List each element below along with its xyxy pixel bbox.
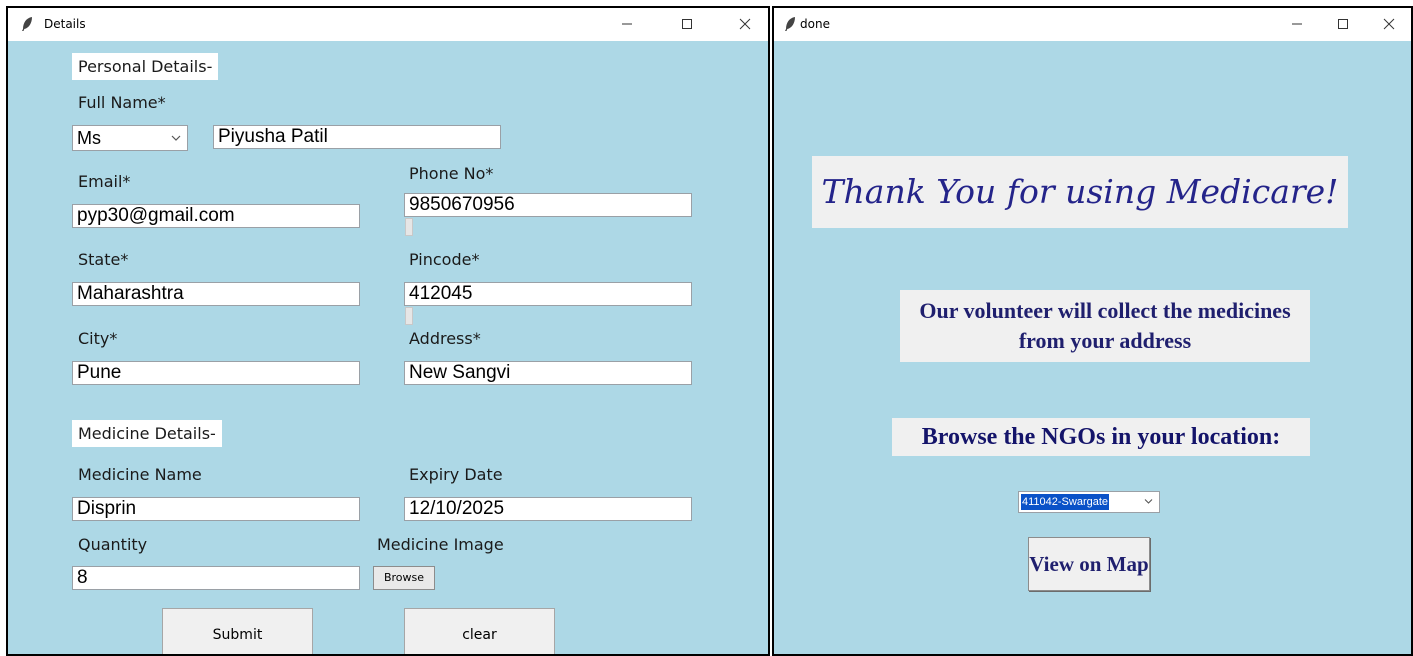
maximize-icon [682, 19, 692, 29]
medicine-image-label: Medicine Image [377, 535, 504, 554]
done-window: done Thank You for using Medicare! Our v… [772, 6, 1413, 656]
clear-button[interactable]: clear [404, 608, 555, 654]
email-input[interactable]: pyp30@gmail.com [72, 204, 360, 228]
maximize-button[interactable] [670, 12, 704, 36]
done-content: Thank You for using Medicare! Our volunt… [774, 41, 1411, 654]
city-label: City* [78, 329, 118, 348]
view-on-map-button[interactable]: View on Map [1028, 537, 1150, 591]
maximize-button[interactable] [1326, 12, 1360, 36]
details-form: Personal Details- Full Name* Ms Piyusha … [8, 41, 768, 654]
salutation-select[interactable]: Ms [72, 125, 188, 151]
salutation-value: Ms [77, 128, 101, 148]
minimize-button[interactable] [1280, 12, 1314, 36]
browse-ngo-heading: Browse the NGOs in your location: [892, 418, 1310, 456]
medicine-name-input[interactable]: Disprin [72, 497, 360, 521]
medicine-name-label: Medicine Name [78, 465, 202, 484]
pincode-input[interactable]: 412045 [404, 282, 692, 306]
full-name-label: Full Name* [78, 93, 166, 112]
phone-label: Phone No* [409, 164, 494, 183]
close-icon [739, 18, 751, 30]
section-personal-details: Personal Details- [72, 53, 219, 80]
quantity-input[interactable]: 8 [72, 566, 360, 590]
chevron-down-icon [171, 135, 181, 141]
volunteer-line-1: Our volunteer will collect the medicines [919, 298, 1291, 323]
state-input[interactable]: Maharashtra [72, 282, 360, 306]
feather-icon [22, 17, 32, 31]
close-icon [1383, 18, 1395, 30]
phone-input[interactable]: 9850670956 [404, 193, 692, 217]
window-title: Details [44, 17, 86, 31]
email-label: Email* [78, 172, 131, 191]
minimize-button[interactable] [610, 12, 644, 36]
pincode-validation-indicator [405, 307, 413, 325]
minimize-icon [622, 23, 632, 25]
details-titlebar[interactable]: Details [8, 8, 768, 41]
close-button[interactable] [728, 12, 762, 36]
minimize-icon [1292, 23, 1302, 25]
ngo-location-select[interactable]: 411042-Swargate [1018, 491, 1160, 513]
close-button[interactable] [1372, 12, 1406, 36]
state-label: State* [78, 250, 129, 269]
maximize-icon [1338, 19, 1348, 29]
pincode-label: Pincode* [409, 250, 480, 269]
expiry-date-input[interactable]: 12/10/2025 [404, 497, 692, 521]
volunteer-line-2: from your address [1018, 328, 1192, 353]
browse-button[interactable]: Browse [373, 566, 435, 590]
done-titlebar[interactable]: done [774, 8, 1411, 41]
section-medicine-details: Medicine Details- [72, 420, 222, 447]
feather-icon [785, 17, 795, 31]
quantity-label: Quantity [78, 535, 148, 554]
phone-validation-indicator [405, 218, 413, 236]
chevron-down-icon [1144, 499, 1153, 504]
thank-you-message: Thank You for using Medicare! [812, 156, 1348, 228]
full-name-input[interactable]: Piyusha Patil [213, 125, 501, 149]
window-title: done [800, 17, 830, 31]
volunteer-message: Our volunteer will collect the medicines… [900, 290, 1310, 362]
ngo-selected-value: 411042-Swargate [1021, 494, 1110, 510]
details-window: Details Personal Details- Full Name* Ms … [6, 6, 770, 656]
expiry-date-label: Expiry Date [409, 465, 503, 484]
city-input[interactable]: Pune [72, 361, 360, 385]
address-label: Address* [409, 329, 481, 348]
submit-button[interactable]: Submit [162, 608, 313, 654]
address-input[interactable]: New Sangvi [404, 361, 692, 385]
